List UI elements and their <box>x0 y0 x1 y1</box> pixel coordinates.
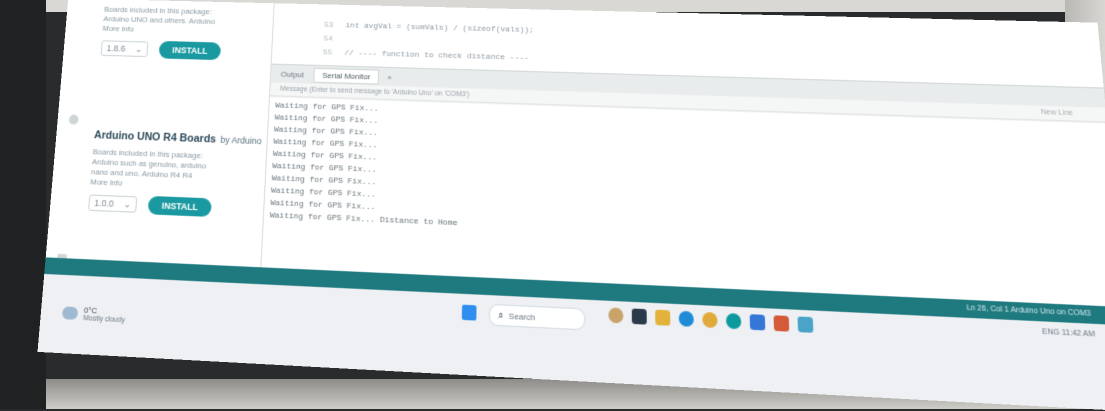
weather-widget[interactable]: 0°C Mostly cloudy <box>62 304 126 324</box>
version-value: 1.8.6 <box>106 43 125 53</box>
task-view-icon[interactable] <box>632 308 647 324</box>
chevron-down-icon: ⌄ <box>135 44 143 55</box>
serial-line: Waiting for GPS Fix... <box>272 162 377 175</box>
file-explorer-icon[interactable] <box>655 310 670 326</box>
app-icon[interactable] <box>797 316 813 332</box>
line-number: 55 <box>323 48 345 57</box>
library-description: Boards included in this package: Arduino… <box>102 5 268 38</box>
pinned-apps <box>608 307 822 333</box>
version-value: 1.0.0 <box>94 198 114 209</box>
serial-line: Waiting for GPS Fix... <box>273 138 377 151</box>
code-text: int avgVal = (sumVals) / (sizeof(vals)); <box>345 21 534 35</box>
widgets-icon[interactable] <box>608 307 623 323</box>
serial-line: Waiting for GPS Fix... <box>275 101 379 113</box>
search-icon: ⌕ <box>498 309 503 321</box>
serial-line: Waiting for GPS Fix... <box>274 125 378 138</box>
edge-icon[interactable] <box>679 311 694 327</box>
windows-start-icon[interactable] <box>462 305 477 321</box>
library-author: by Arduino <box>220 135 262 147</box>
status-text: Ln 26, Col 1 Arduino Uno on COM3 <box>966 304 1091 318</box>
library-entry: Boards included in this package: Arduino… <box>100 5 268 62</box>
close-icon[interactable]: × <box>387 72 392 81</box>
weather-description: Mostly cloudy <box>83 315 125 325</box>
tab-serial-monitor[interactable]: Serial Monitor <box>313 67 379 84</box>
app-icon[interactable] <box>773 315 789 331</box>
version-select[interactable]: 1.0.0 ⌄ <box>88 194 137 212</box>
search-input[interactable]: ⌕ Search <box>489 304 586 331</box>
search-placeholder: Search <box>509 311 536 322</box>
arduino-ide-icon[interactable] <box>726 313 742 329</box>
serial-line: Waiting for GPS Fix... <box>274 113 378 126</box>
library-entry: Arduino UNO R4 Boards by Arduino Boards … <box>88 125 262 219</box>
laptop-screen: Boards included in this package: Arduino… <box>38 0 1105 411</box>
serial-line: Waiting for GPS Fix... <box>271 174 376 187</box>
install-button[interactable]: INSTALL <box>159 41 222 60</box>
chrome-icon[interactable] <box>702 312 717 328</box>
system-tray[interactable]: ENG 11:42 AM <box>1042 328 1095 339</box>
entry-marker-icon <box>69 114 79 124</box>
library-description: Boards included in this package: Arduino… <box>90 147 261 194</box>
library-title: Arduino UNO R4 Boards <box>94 129 217 145</box>
serial-line: Waiting for GPS Fix... <box>273 150 377 163</box>
chevron-down-icon: ⌄ <box>123 198 131 210</box>
store-icon[interactable] <box>750 314 766 330</box>
tab-output[interactable]: Output <box>281 69 305 79</box>
version-select[interactable]: 1.8.6 ⌄ <box>101 40 149 57</box>
code-text: // ---- function to check distance ---- <box>344 49 529 63</box>
serial-line: Waiting for GPS Fix... Distance to Home <box>270 211 458 228</box>
install-button[interactable]: INSTALL <box>148 196 213 217</box>
serial-line: Waiting for GPS Fix... <box>270 199 375 213</box>
line-ending-select[interactable]: New Line <box>1041 109 1074 117</box>
cloud-icon <box>62 306 79 319</box>
message-input[interactable]: Message (Enter to send message to 'Ardui… <box>280 86 470 99</box>
serial-line: Waiting for GPS Fix... <box>271 186 376 199</box>
